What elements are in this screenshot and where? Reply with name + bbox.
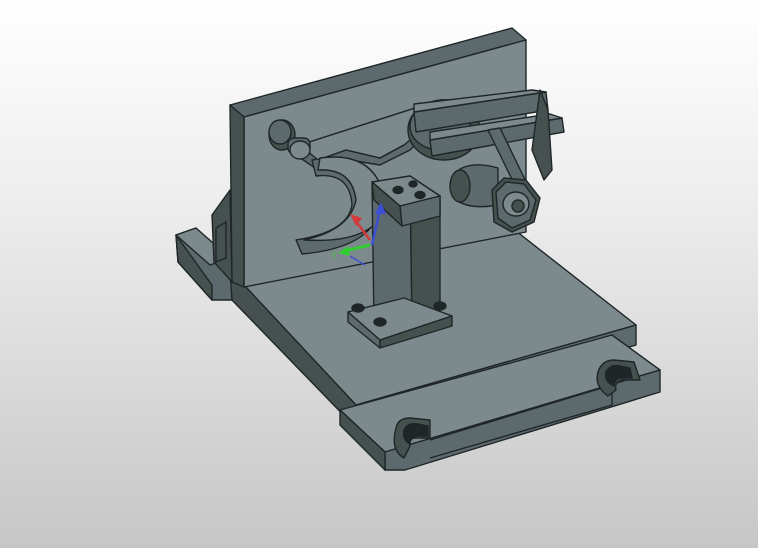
- cad-model-canvas[interactable]: Y: [0, 0, 758, 548]
- y-axis-label: Y: [331, 251, 337, 260]
- fixture-assembly[interactable]: [175, 27, 661, 471]
- 3d-viewport[interactable]: Y: [0, 0, 758, 548]
- cylinder-boss: [449, 164, 499, 208]
- left-stub: [215, 221, 227, 263]
- hex-nut-right[interactable]: [491, 177, 541, 233]
